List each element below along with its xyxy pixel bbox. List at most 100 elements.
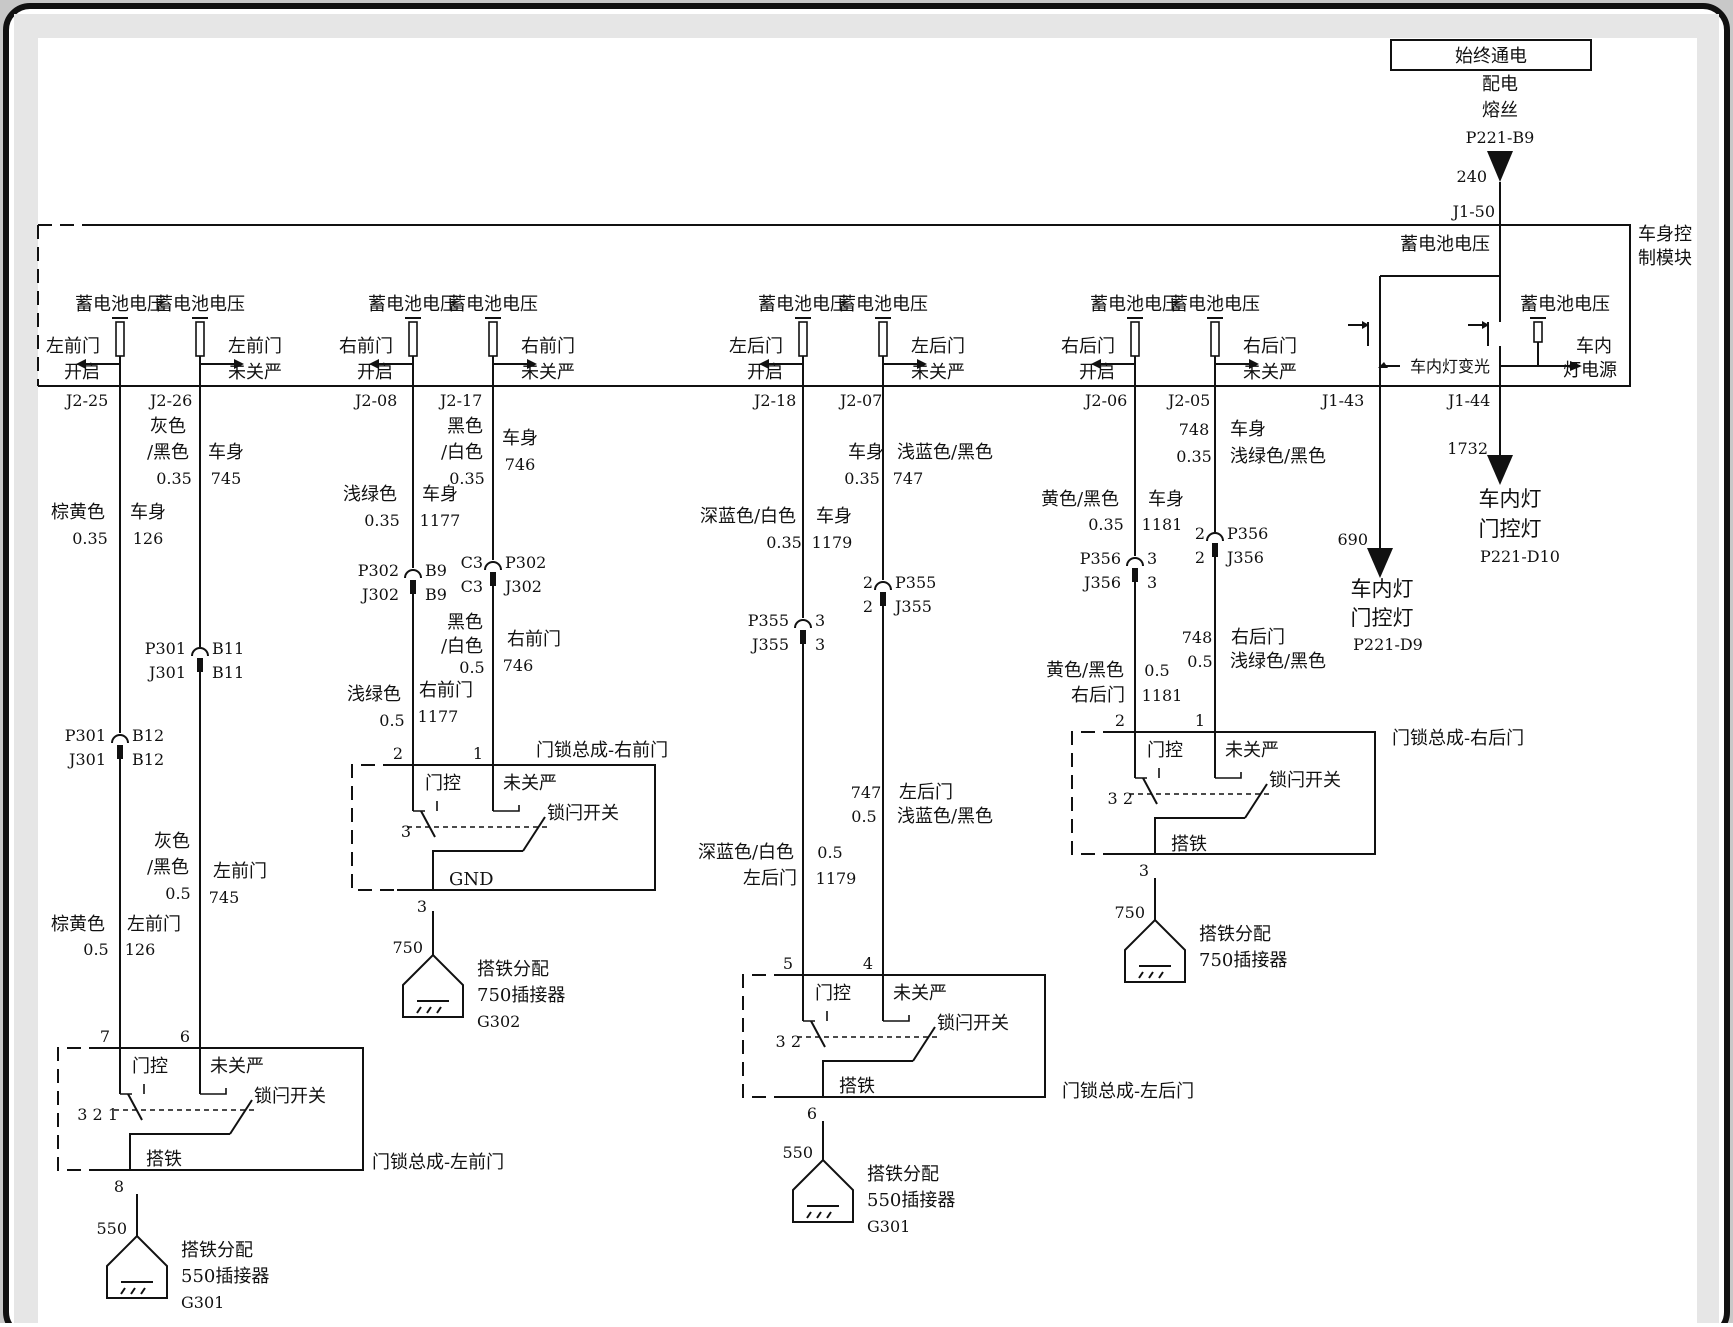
w1177a-num: 1177 xyxy=(420,511,461,530)
right-band xyxy=(1697,14,1719,1324)
w747b-color: 浅蓝色/黑色 xyxy=(897,806,993,827)
connector-j: J301 xyxy=(147,663,186,682)
connector-pin-a: 2 xyxy=(1195,524,1205,543)
lock-title: 门锁总成-右前门 xyxy=(536,740,668,761)
w745b-c2: /黑色 xyxy=(147,857,189,878)
connector-pin-b: C3 xyxy=(461,577,483,596)
w1179a-num: 1179 xyxy=(812,533,853,552)
lock-pin-a: 2 xyxy=(393,744,403,763)
w745b-loc: 左前门 xyxy=(213,861,267,882)
w746a-c1: 黑色 xyxy=(447,416,483,437)
w1181b-num: 1181 xyxy=(1142,686,1183,705)
bat-voltage-label: 蓄电池电压 xyxy=(368,294,458,315)
lock-contact-numbers: 3 2 1 xyxy=(77,1105,118,1124)
connector-p: P302 xyxy=(505,553,546,572)
connector-pin-b: 3 xyxy=(815,635,825,654)
signal-label-1: 左前门 xyxy=(228,336,282,357)
lock-pin-ground: 3 xyxy=(1139,861,1149,880)
connector-j: J301 xyxy=(67,750,106,769)
w1179a-color: 深蓝色/白色 xyxy=(700,506,796,527)
w1177a-color: 浅绿色 xyxy=(343,484,397,505)
w1179a-loc: 车身 xyxy=(816,506,852,527)
ground-label-3: G301 xyxy=(181,1293,224,1312)
wiring-diagram: 始终通电 配电 熔丝 P221-B9 240 J1-50 车身控 制模块 蓄电池… xyxy=(0,0,1733,1327)
w1181a-color: 黄色/黑色 xyxy=(1041,489,1119,510)
pin-j2-18: J2-18 xyxy=(752,391,796,410)
fuse-id: P221-B9 xyxy=(1466,128,1535,147)
connector-p: P302 xyxy=(358,561,399,580)
lock-contact-numbers: 3 2 xyxy=(776,1032,801,1051)
w126b-loc: 左前门 xyxy=(127,914,181,935)
bat-voltage-label: 蓄电池电压 xyxy=(75,294,165,315)
lock-ajar-label: 未关严 xyxy=(503,773,557,794)
lock-switch-name: 锁闩开关 xyxy=(254,1086,326,1107)
connector-j: J302 xyxy=(360,585,399,604)
lock-ground-label: 搭铁 xyxy=(146,1149,182,1170)
w1179b-color: 深蓝色/白色 xyxy=(698,842,794,863)
w747a-color: 浅蓝色/黑色 xyxy=(897,442,993,463)
signal-label-1: 左前门 xyxy=(46,336,100,357)
connector-pin-b: B12 xyxy=(132,750,164,769)
w1177a-size: 0.35 xyxy=(364,511,400,530)
w746b-loc: 右前门 xyxy=(507,629,561,650)
dome-a-2: 门控灯 xyxy=(1351,606,1414,630)
ground-label-3: G302 xyxy=(477,1012,520,1031)
lock-title: 门锁总成-左前门 xyxy=(372,1152,504,1173)
w747a-num: 747 xyxy=(893,469,924,488)
w746b-c2: /白色 xyxy=(441,636,483,657)
connector-pin-a: 2 xyxy=(863,573,873,592)
connector-j: J355 xyxy=(750,635,789,654)
connector-pin-b: 2 xyxy=(1195,548,1205,567)
connector-male-pin xyxy=(410,580,416,594)
lock-pin-b: 4 xyxy=(863,954,873,973)
bcm-name-1: 车身控 xyxy=(1638,224,1692,245)
bcm-name-2: 制模块 xyxy=(1638,248,1692,269)
lock-ajar-label: 未关严 xyxy=(1225,740,1279,761)
lock-door-switch: 门控 xyxy=(425,773,461,794)
w1177b-loc: 右前门 xyxy=(419,680,473,701)
w747a-size: 0.35 xyxy=(844,469,880,488)
fuse-label-2: 熔丝 xyxy=(1482,100,1518,121)
signal-label-2: 开启 xyxy=(357,362,393,383)
w1177b-size: 0.5 xyxy=(379,711,404,730)
connector-pin-b: 2 xyxy=(863,597,873,616)
lock-pin-b: 6 xyxy=(180,1027,190,1046)
ground-label-3: G301 xyxy=(867,1217,910,1236)
connector-p: P355 xyxy=(748,611,789,630)
lock-pin-a: 2 xyxy=(1115,711,1125,730)
signal-label-1: 左后门 xyxy=(729,336,783,357)
bcm-dome-power-2: 灯电源 xyxy=(1563,360,1617,381)
w1179b-loc: 左后门 xyxy=(743,868,797,889)
w746a-loc: 车身 xyxy=(502,428,538,449)
bcm-dome-control: 车内灯变光 xyxy=(1410,357,1490,376)
w1179b-size: 0.5 xyxy=(817,843,842,862)
pin-j1-50: J1-50 xyxy=(1451,202,1495,221)
pin-j2-25: J2-25 xyxy=(64,391,108,410)
w746b-size: 0.5 xyxy=(459,658,484,677)
signal-label-2: 未关严 xyxy=(228,362,282,383)
ground-label-1: 搭铁分配 xyxy=(181,1240,253,1261)
connector-p: P355 xyxy=(895,573,936,592)
connector-pin-b: B11 xyxy=(212,663,244,682)
connector-male-pin xyxy=(490,572,496,586)
connector-p: P356 xyxy=(1080,549,1121,568)
signal-label-2: 开启 xyxy=(747,362,783,383)
w126a-color: 棕黄色 xyxy=(51,502,105,523)
ground-label-2: 550插接器 xyxy=(867,1190,955,1211)
w748a-loc: 车身 xyxy=(1230,419,1266,440)
signal-label-1: 右前门 xyxy=(339,336,393,357)
ground-label-1: 搭铁分配 xyxy=(1199,924,1271,945)
lock-pin-b: 1 xyxy=(1195,711,1205,730)
w745a-loc: 车身 xyxy=(208,442,244,463)
connector-pin-a: B11 xyxy=(212,639,244,658)
connector-pin-a: B12 xyxy=(132,726,164,745)
bat-voltage-label: 蓄电池电压 xyxy=(448,294,538,315)
lock-title: 门锁总成-左后门 xyxy=(1062,1081,1194,1102)
w1181b-size: 0.5 xyxy=(1144,661,1169,680)
w747b-size: 0.5 xyxy=(851,807,876,826)
w126b-num: 126 xyxy=(125,940,156,959)
connector-pin-b: 3 xyxy=(1147,573,1157,592)
w126a-loc: 车身 xyxy=(130,502,166,523)
w1177b-num: 1177 xyxy=(418,707,459,726)
connector-pin-a: B9 xyxy=(425,561,447,580)
